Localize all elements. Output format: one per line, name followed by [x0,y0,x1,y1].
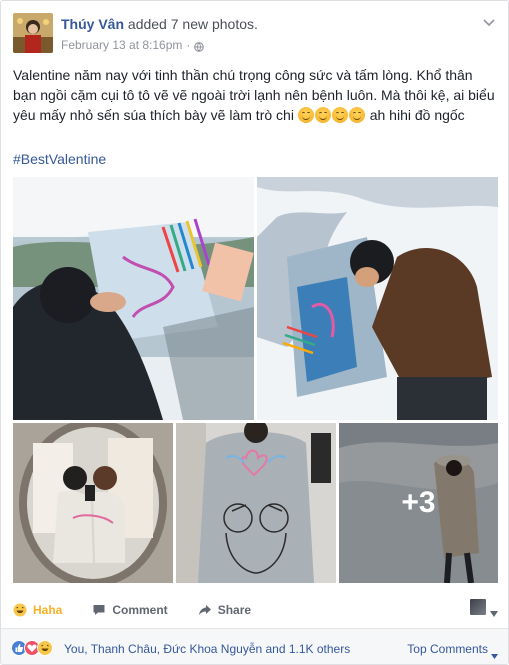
globe-icon[interactable] [194,40,205,52]
top-comments-dropdown[interactable]: Top Comments [407,641,498,659]
share-icon [198,603,212,617]
comment-label: Comment [112,603,168,617]
caret-down-icon [491,647,498,659]
author-name-link[interactable]: Thúy Vân [61,16,124,32]
post-timestamp[interactable]: February 13 at 8:16pm [61,37,182,53]
photo-3[interactable] [13,423,173,583]
photo-1[interactable] [13,177,254,420]
post-text-tail: ah hihi đồ ngốc [369,107,465,123]
top-comments-label: Top Comments [407,642,488,656]
more-photos-count: +3 [339,423,498,583]
grinning-face-emoji [331,107,348,123]
comment-button[interactable]: Comment [92,603,168,617]
post-header-line: Thúy Vân added 7 new photos. [61,15,258,33]
haha-reaction-button[interactable]: Haha [13,603,62,617]
photo-4[interactable] [176,423,336,583]
share-button[interactable]: Share [198,603,251,617]
grinning-face-emoji [314,107,331,123]
meta-separator: · [186,38,191,52]
grinning-face-emoji [297,107,314,123]
haha-label: Haha [33,603,63,617]
haha-icon [37,640,53,656]
reactions-summary: You, Thanh Châu, Đức Khoa Nguyễn and 1.1… [1,628,508,664]
author-avatar[interactable] [13,13,53,53]
haha-emoji-icon [13,603,27,617]
post-text: Valentine năm nay với tinh thần chú trọn… [13,65,499,125]
chevron-down-icon[interactable] [482,15,496,27]
viewer-identity-switch[interactable] [470,599,498,617]
caret-down-icon [490,604,498,617]
reaction-icons[interactable] [11,640,53,656]
comment-icon [92,603,106,617]
photo-2[interactable] [257,177,498,420]
viewer-avatar [470,599,486,615]
grinning-face-emoji [348,107,365,123]
share-label: Share [217,603,252,617]
feed-post: Thúy Vân added 7 new photos. February 13… [0,0,509,665]
hashtag-link[interactable]: #BestValentine [13,150,106,168]
post-action-text: added 7 new photos. [127,16,258,32]
post-meta: February 13 at 8:16pm · [61,37,205,53]
photo-5-more[interactable]: +3 [339,423,498,583]
reactions-summary-text[interactable]: You, Thanh Châu, Đức Khoa Nguyễn and 1.1… [64,641,350,657]
post-actions-bar: Haha Comment Share [13,595,499,625]
